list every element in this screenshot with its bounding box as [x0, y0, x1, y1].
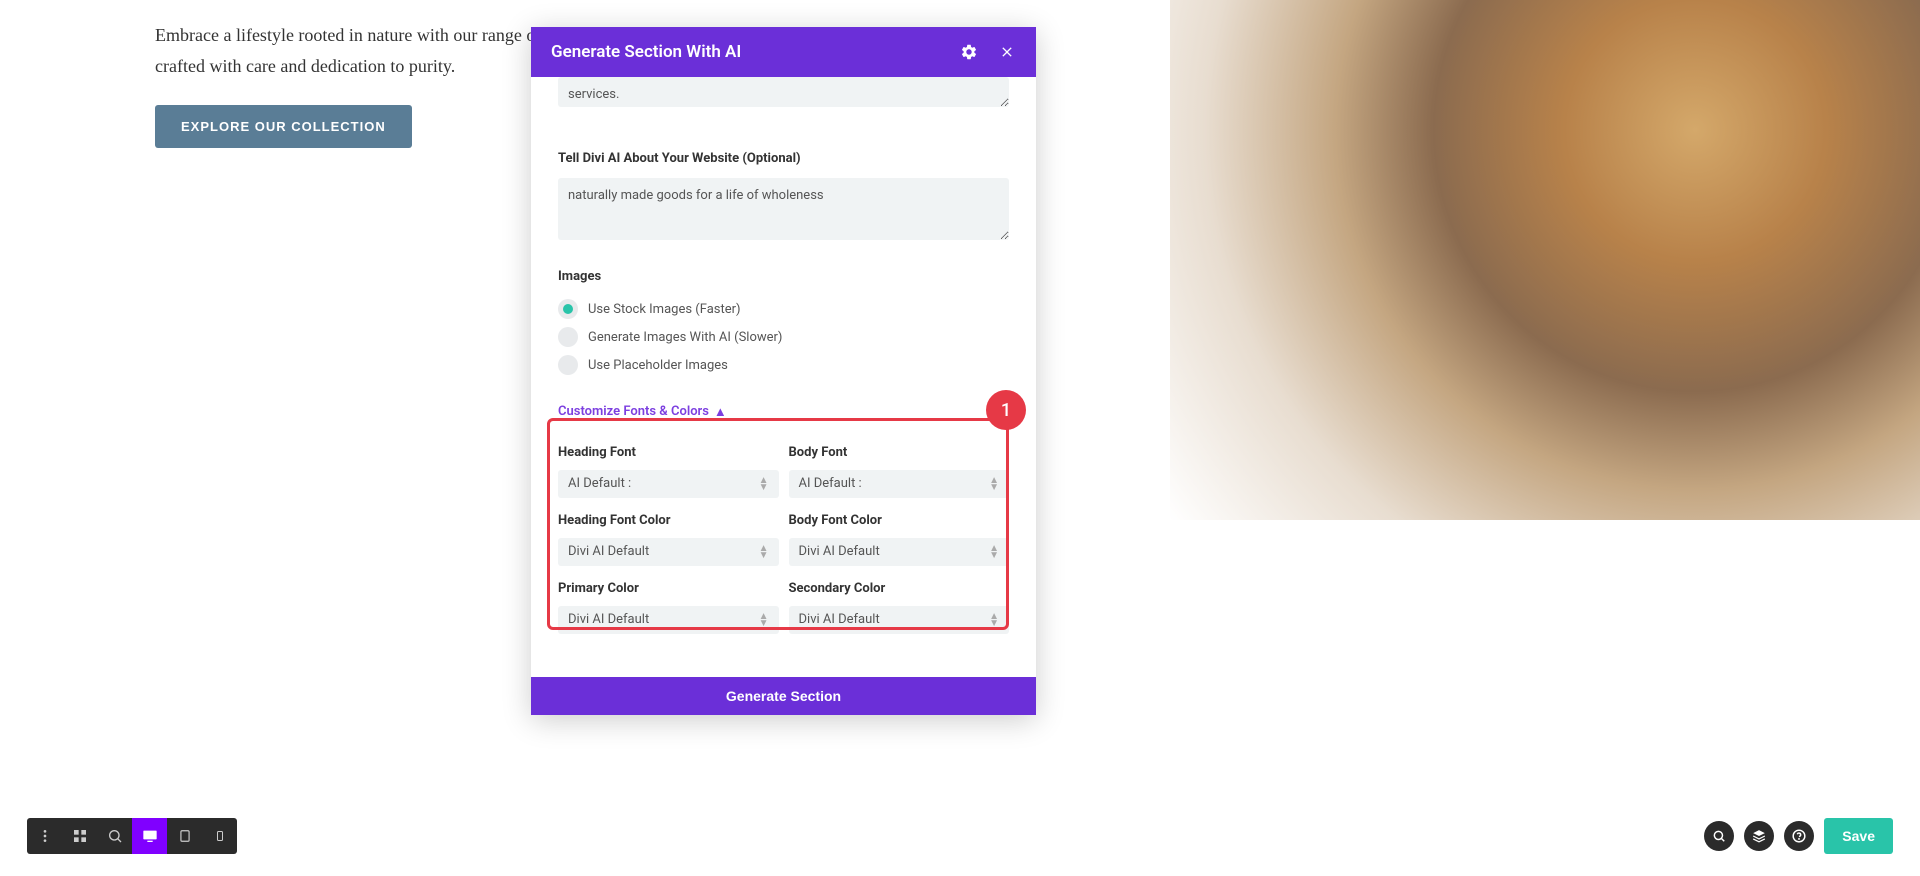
select-value: AI Default : — [568, 476, 769, 491]
modal-header: Generate Section With AI — [531, 27, 1036, 77]
radio-circle-icon — [558, 327, 578, 347]
primary-color-select[interactable]: Divi AI Default ▲▼ — [558, 606, 779, 634]
select-value: AI Default : — [799, 476, 1000, 491]
search-icon[interactable] — [1704, 821, 1734, 851]
select-value: Divi AI Default — [568, 612, 769, 627]
body-font-select[interactable]: AI Default : ▲▼ — [789, 470, 1010, 498]
website-label: Tell Divi AI About Your Website (Optiona… — [558, 151, 1009, 166]
modal-header-icons — [960, 43, 1016, 61]
primary-color-label: Primary Color — [558, 581, 779, 596]
services-textarea[interactable] — [558, 77, 1009, 107]
body-font-color-select[interactable]: Divi AI Default ▲▼ — [789, 538, 1010, 566]
generate-section-modal: Generate Section With AI Tell Divi AI Ab… — [531, 27, 1036, 715]
radio-stock-images[interactable]: Use Stock Images (Faster) — [558, 299, 1009, 319]
more-icon[interactable] — [27, 818, 62, 854]
modal-title: Generate Section With AI — [551, 42, 741, 62]
modal-footer: Generate Section — [531, 659, 1036, 715]
heading-font-select[interactable]: AI Default : ▲▼ — [558, 470, 779, 498]
website-textarea[interactable] — [558, 178, 1009, 240]
layers-icon[interactable] — [1744, 821, 1774, 851]
heading-font-color-select[interactable]: Divi AI Default ▲▼ — [558, 538, 779, 566]
phone-view-icon[interactable] — [202, 818, 237, 854]
heading-font-label: Heading Font — [558, 445, 779, 460]
radio-placeholder-images[interactable]: Use Placeholder Images — [558, 355, 1009, 375]
radio-ai-images[interactable]: Generate Images With AI (Slower) — [558, 327, 1009, 347]
modal-backdrop: Generate Section With AI Tell Divi AI Ab… — [0, 0, 1920, 876]
body-font-color-label: Body Font Color — [789, 513, 1010, 528]
save-button[interactable]: Save — [1824, 818, 1893, 854]
radio-circle-icon — [558, 355, 578, 375]
gear-icon[interactable] — [960, 43, 978, 61]
primary-color-field: Primary Color Divi AI Default ▲▼ — [558, 581, 779, 634]
customize-link-text: Customize Fonts & Colors — [558, 404, 709, 419]
tablet-view-icon[interactable] — [167, 818, 202, 854]
radio-circle-icon — [558, 299, 578, 319]
close-icon[interactable] — [998, 43, 1016, 61]
body-font-field: Body Font AI Default : ▲▼ — [789, 445, 1010, 498]
body-font-label: Body Font — [789, 445, 1010, 460]
help-icon[interactable] — [1784, 821, 1814, 851]
radio-label: Generate Images With AI (Slower) — [588, 330, 782, 345]
radio-label: Use Stock Images (Faster) — [588, 302, 741, 317]
heading-font-color-label: Heading Font Color — [558, 513, 779, 528]
zoom-icon[interactable] — [97, 818, 132, 854]
images-radio-group: Use Stock Images (Faster) Generate Image… — [558, 299, 1009, 375]
wireframe-icon[interactable] — [62, 818, 97, 854]
radio-label: Use Placeholder Images — [588, 358, 728, 373]
bottom-toolbar-left — [27, 818, 237, 854]
secondary-color-label: Secondary Color — [789, 581, 1010, 596]
select-value: Divi AI Default — [799, 612, 1000, 627]
heading-font-color-field: Heading Font Color Divi AI Default ▲▼ — [558, 513, 779, 566]
images-section-title: Images — [558, 269, 1009, 284]
heading-font-field: Heading Font AI Default : ▲▼ — [558, 445, 779, 498]
modal-body: Tell Divi AI About Your Website (Optiona… — [531, 77, 1036, 659]
customize-fonts-colors-link[interactable]: Customize Fonts & Colors ▲ — [558, 404, 727, 420]
body-font-color-field: Body Font Color Divi AI Default ▲▼ — [789, 513, 1010, 566]
chevron-up-icon: ▲ — [714, 404, 727, 420]
select-value: Divi AI Default — [799, 544, 1000, 559]
desktop-view-icon[interactable] — [132, 818, 167, 854]
generate-section-button[interactable]: Generate Section — [531, 677, 1036, 715]
secondary-color-field: Secondary Color Divi AI Default ▲▼ — [789, 581, 1010, 634]
secondary-color-select[interactable]: Divi AI Default ▲▼ — [789, 606, 1010, 634]
fonts-colors-grid: Heading Font AI Default : ▲▼ Body Font A… — [558, 435, 1009, 644]
select-value: Divi AI Default — [568, 544, 769, 559]
bottom-toolbar-right: Save — [1704, 818, 1893, 854]
